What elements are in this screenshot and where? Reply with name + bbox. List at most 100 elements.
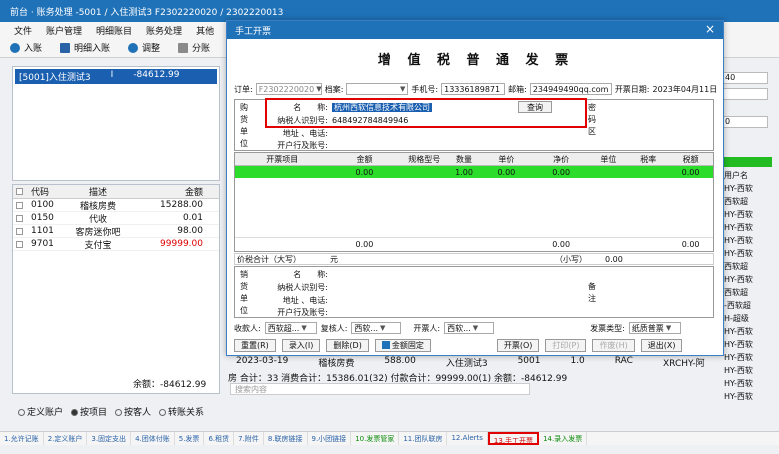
chevron-down-icon: ▼ [400, 85, 406, 93]
radio-define-account[interactable]: 定义账户 [18, 405, 63, 418]
invoice-items-table: 开票项目 金额 规格型号 数量 单价 净价 单位 税率 税额 0.00 1.00… [234, 152, 714, 252]
account-list: [5001]入住测试3 I -84612.99 [12, 66, 220, 181]
print-button[interactable]: 打印(P) [545, 338, 587, 352]
tab-invoice[interactable]: 5.发票 [175, 432, 205, 445]
radio-by-guest[interactable]: 按客人 [115, 405, 151, 418]
chevron-down-icon: ▼ [380, 324, 386, 332]
code-table-header: 代码 描述 金额 [13, 185, 219, 199]
account-row[interactable]: [5001]入住测试3 I -84612.99 [15, 69, 217, 84]
tab-team-rooms[interactable]: 11.团队联房 [399, 432, 448, 445]
seller-addr-line: 地址 、电话: [282, 296, 328, 305]
menu-detail[interactable]: 明细账目 [96, 24, 132, 37]
row-checkbox[interactable] [15, 214, 23, 222]
header-desc: 描述 [88, 188, 107, 198]
close-icon[interactable]: × [705, 22, 715, 36]
phone-input[interactable]: 13336189871 [441, 83, 506, 95]
window-title: 前台 · 账务处理 -5001 / 入住测试3 F2302220020 / 23… [10, 8, 284, 18]
background-ledger-row: 2023-03-19 稽核房费 588.00 入住测试3 5001 1.0 RA… [236, 356, 705, 369]
detail-enter-button[interactable]: 明细入账 [60, 41, 110, 54]
menu-account-mgmt[interactable]: 账户管理 [46, 24, 82, 37]
enter-invoice-button[interactable]: 录入(I) [281, 338, 321, 352]
radio-by-item[interactable]: 按项目 [71, 405, 107, 418]
table-row[interactable]: 0150 代收 0.01 [13, 212, 219, 225]
tab-fixed-expense[interactable]: 3.固定支出 [87, 432, 132, 445]
list-icon [60, 42, 71, 53]
tab-group-payment[interactable]: 4.团体付账 [131, 432, 175, 445]
tab-allow-posting[interactable]: 1.允许记账 [0, 432, 44, 445]
tab-alerts[interactable]: 12.Alerts [447, 432, 488, 445]
split-icon [178, 42, 189, 53]
enter-button[interactable]: 入账 [10, 41, 42, 54]
email-input[interactable]: 234949490qq.com [529, 83, 612, 95]
tab-manual-invoice[interactable]: 13.手工开票 [487, 432, 540, 445]
seller-section: 销货单位 名 称: 纳税人识别号: 地址 、电话: 开户行及账号: 备注 [234, 266, 714, 318]
order-row: 订单: F2302220020 ▼ 档案: ▼ 手机号: 13336189871 … [234, 83, 718, 95]
right-field-3[interactable]: 0 [722, 116, 768, 128]
row-checkbox[interactable] [15, 227, 23, 235]
manual-invoice-dialog: 手工开票 × 增 值 税 普 通 发 票 订单: F2302220020 ▼ 档案… [226, 20, 724, 356]
reset-button[interactable]: 重置(R) [234, 338, 276, 352]
tab-define-account[interactable]: 2.定义账户 [44, 432, 88, 445]
right-selected-row [722, 157, 772, 167]
menu-file[interactable]: 文件 [14, 24, 32, 37]
void-button[interactable]: 作废(H) [592, 338, 635, 352]
code-table-total: 余额：-84612.99 [133, 380, 207, 390]
password-area-label: 密码区 [588, 103, 596, 136]
items-row[interactable]: 0.00 1.00 0.00 0.00 0.00 [235, 166, 713, 178]
buyer-addr-line: 地址 、电话: [282, 129, 328, 138]
issue-button[interactable]: 开票(O) [496, 338, 540, 352]
table-row[interactable]: 0100 稽核房费 15288.00 [13, 199, 219, 212]
table-row[interactable]: 1101 客房迷你吧 98.00 [13, 225, 219, 238]
payee-select[interactable]: 西软超... ▼ [264, 322, 317, 334]
row-checkbox[interactable] [15, 240, 23, 248]
tab-attachment[interactable]: 7.附件 [234, 432, 264, 445]
tax-total-row: 价税合计（大写） 元 （小写） 0.00 [234, 253, 714, 265]
exit-button[interactable]: 退出(X) [640, 338, 683, 352]
checkbox-checked-icon [381, 341, 390, 349]
chevron-down-icon: ▼ [301, 324, 307, 332]
header-code: 代码 [31, 188, 50, 198]
archive-select[interactable]: ▼ [346, 83, 409, 95]
dialog-titlebar: 手工开票 × [227, 21, 723, 39]
items-header: 开票项目 金额 规格型号 数量 单价 净价 单位 税率 税额 [235, 153, 713, 166]
window-titlebar: 前台 · 账务处理 -5001 / 入住测试3 F2302220020 / 23… [0, 0, 779, 22]
invoice-date: 2023年04月11日 [652, 84, 718, 94]
account-room: [5001]入住测试3 [19, 73, 91, 83]
select-all-checkbox[interactable] [15, 188, 23, 195]
radio-transfer[interactable]: 转账关系 [159, 405, 204, 418]
chevron-down-icon: ▼ [665, 324, 672, 332]
split-button[interactable]: 分账 [178, 41, 210, 54]
order-select[interactable]: F2302220020 ▼ [255, 83, 322, 95]
seller-name-line: 名 称: [293, 270, 328, 279]
tab-small-group[interactable]: 9.小团链接 [308, 432, 352, 445]
menu-other[interactable]: 其他 [196, 24, 214, 37]
right-panel: 40 0 用户名 HY-西软 西软超 HY-西软 HY-西软 HY-西软 HY-西软 西软… [722, 70, 772, 410]
tab-linked-rooms[interactable]: 8.联房链接 [264, 432, 308, 445]
tab-lease[interactable]: 6.租赁 [204, 432, 235, 445]
items-total-row: 0.00 0.00 0.00 [235, 237, 713, 250]
code-table: 代码 描述 金额 0100 稽核房费 15288.00 0150 代收 0.01… [12, 184, 220, 394]
buyer-section: 购货单位 名 称: 杭州西软信息技术有限公司 纳税人识别号: 64849278484… [234, 98, 714, 151]
search-input[interactable]: 搜索内容 [230, 383, 530, 395]
adjust-button[interactable]: 调整 [128, 41, 160, 54]
dialog-buttons: 重置(R) 录入(I) 删除(D) 金额固定 开票(O) 打印(P) 作废(H)… [234, 338, 720, 352]
fixed-amount-checkbox[interactable]: 金额固定 [374, 338, 431, 352]
reviewer-select[interactable]: 西软... ▼ [351, 322, 402, 334]
table-row[interactable]: 9701 支付宝 99999.00 [13, 238, 219, 251]
adjust-icon [128, 42, 139, 53]
right-field-1[interactable]: 40 [722, 72, 768, 84]
issuer-select[interactable]: 西软... ▼ [444, 322, 495, 334]
buyer-bank-line: 开户行及账号: [277, 141, 328, 150]
buyer-side-label: 购货单位 [240, 103, 248, 148]
delete-button[interactable]: 删除(D) [326, 338, 369, 352]
invoice-type-select[interactable]: 纸质普票 ▼ [628, 322, 681, 334]
tab-enter-invoice[interactable]: 14.录入发票 [539, 432, 588, 445]
dialog-title: 手工开票 [235, 27, 272, 37]
tab-invoice-butler[interactable]: 10.发票管家 [351, 432, 400, 445]
right-field-2[interactable] [722, 88, 768, 100]
view-mode-radios: 定义账户 按项目 按客人 转账关系 [18, 405, 204, 418]
menu-accounting[interactable]: 账务处理 [146, 24, 182, 37]
bottom-tab-bar: 1.允许记账 2.定义账户 3.固定支出 4.团体付账 5.发票 6.租赁 7.… [0, 431, 779, 445]
chevron-down-icon: ▼ [316, 85, 322, 93]
row-checkbox[interactable] [15, 201, 23, 209]
